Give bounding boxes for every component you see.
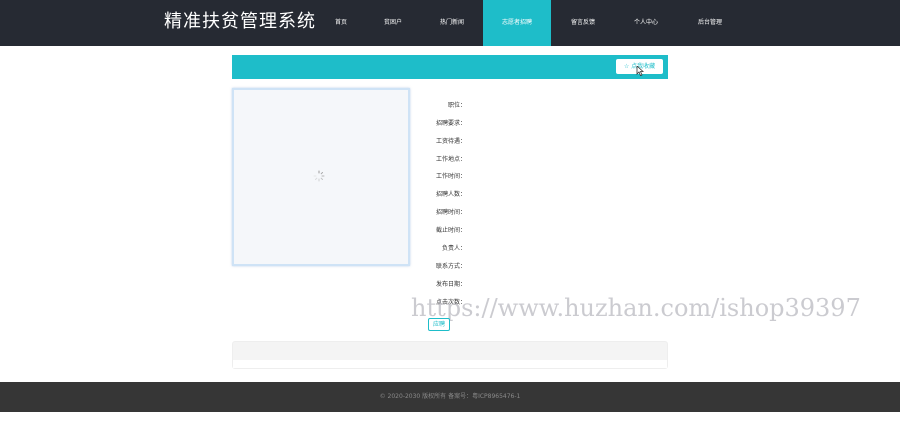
site-title: 精准扶贫管理系统 [164, 11, 316, 32]
nav-item-feedback[interactable]: 留言反馈 [562, 0, 604, 46]
nav-item-admin[interactable]: 后台管理 [688, 0, 732, 46]
field-label-salary: 工资待遇： [435, 138, 466, 145]
field-label-contact: 联系方式： [435, 263, 466, 270]
top-navbar: 精准扶贫管理系统 首页 贫困户 热门新闻 志愿者招聘 留言反馈 个人中心 后台管… [0, 0, 900, 46]
field-label-contact-person: 负责人： [441, 245, 466, 252]
field-label-headcount: 招聘人数： [435, 191, 466, 198]
nav-item-home[interactable]: 首页 [322, 0, 360, 46]
loading-spinner-icon [313, 170, 325, 182]
watermark-text: https://www.huzhan.com/ishop39397 [411, 294, 861, 322]
nav-item-poor-households[interactable]: 贫困户 [371, 0, 415, 46]
footer-copyright: © 2020-2030 版权所有 备案号：粤ICP8965476-1 [379, 393, 521, 400]
field-label-recruit-time: 招聘时间： [435, 209, 466, 216]
comment-panel [232, 341, 668, 369]
field-label-location: 工作地点： [435, 156, 466, 163]
nav-item-hot-news[interactable]: 热门新闻 [429, 0, 475, 46]
nav-item-user-center[interactable]: 个人中心 [624, 0, 668, 46]
apply-button[interactable]: 应聘 [428, 318, 450, 331]
footer: © 2020-2030 版权所有 备案号：粤ICP8965476-1 [0, 382, 900, 412]
field-label-work-hours: 工作时间： [435, 173, 466, 180]
detail-banner [232, 55, 668, 79]
nav-item-volunteer-recruitment[interactable]: 志愿者招聘 [483, 0, 551, 46]
field-label-deadline: 截止时间： [435, 227, 466, 234]
mouse-cursor-icon [636, 66, 644, 76]
field-label-position: 职位： [447, 102, 466, 109]
field-label-publish-date: 发布日期： [435, 281, 466, 288]
field-label-requirements: 招聘要求： [435, 120, 466, 127]
comment-panel-body [233, 360, 667, 368]
